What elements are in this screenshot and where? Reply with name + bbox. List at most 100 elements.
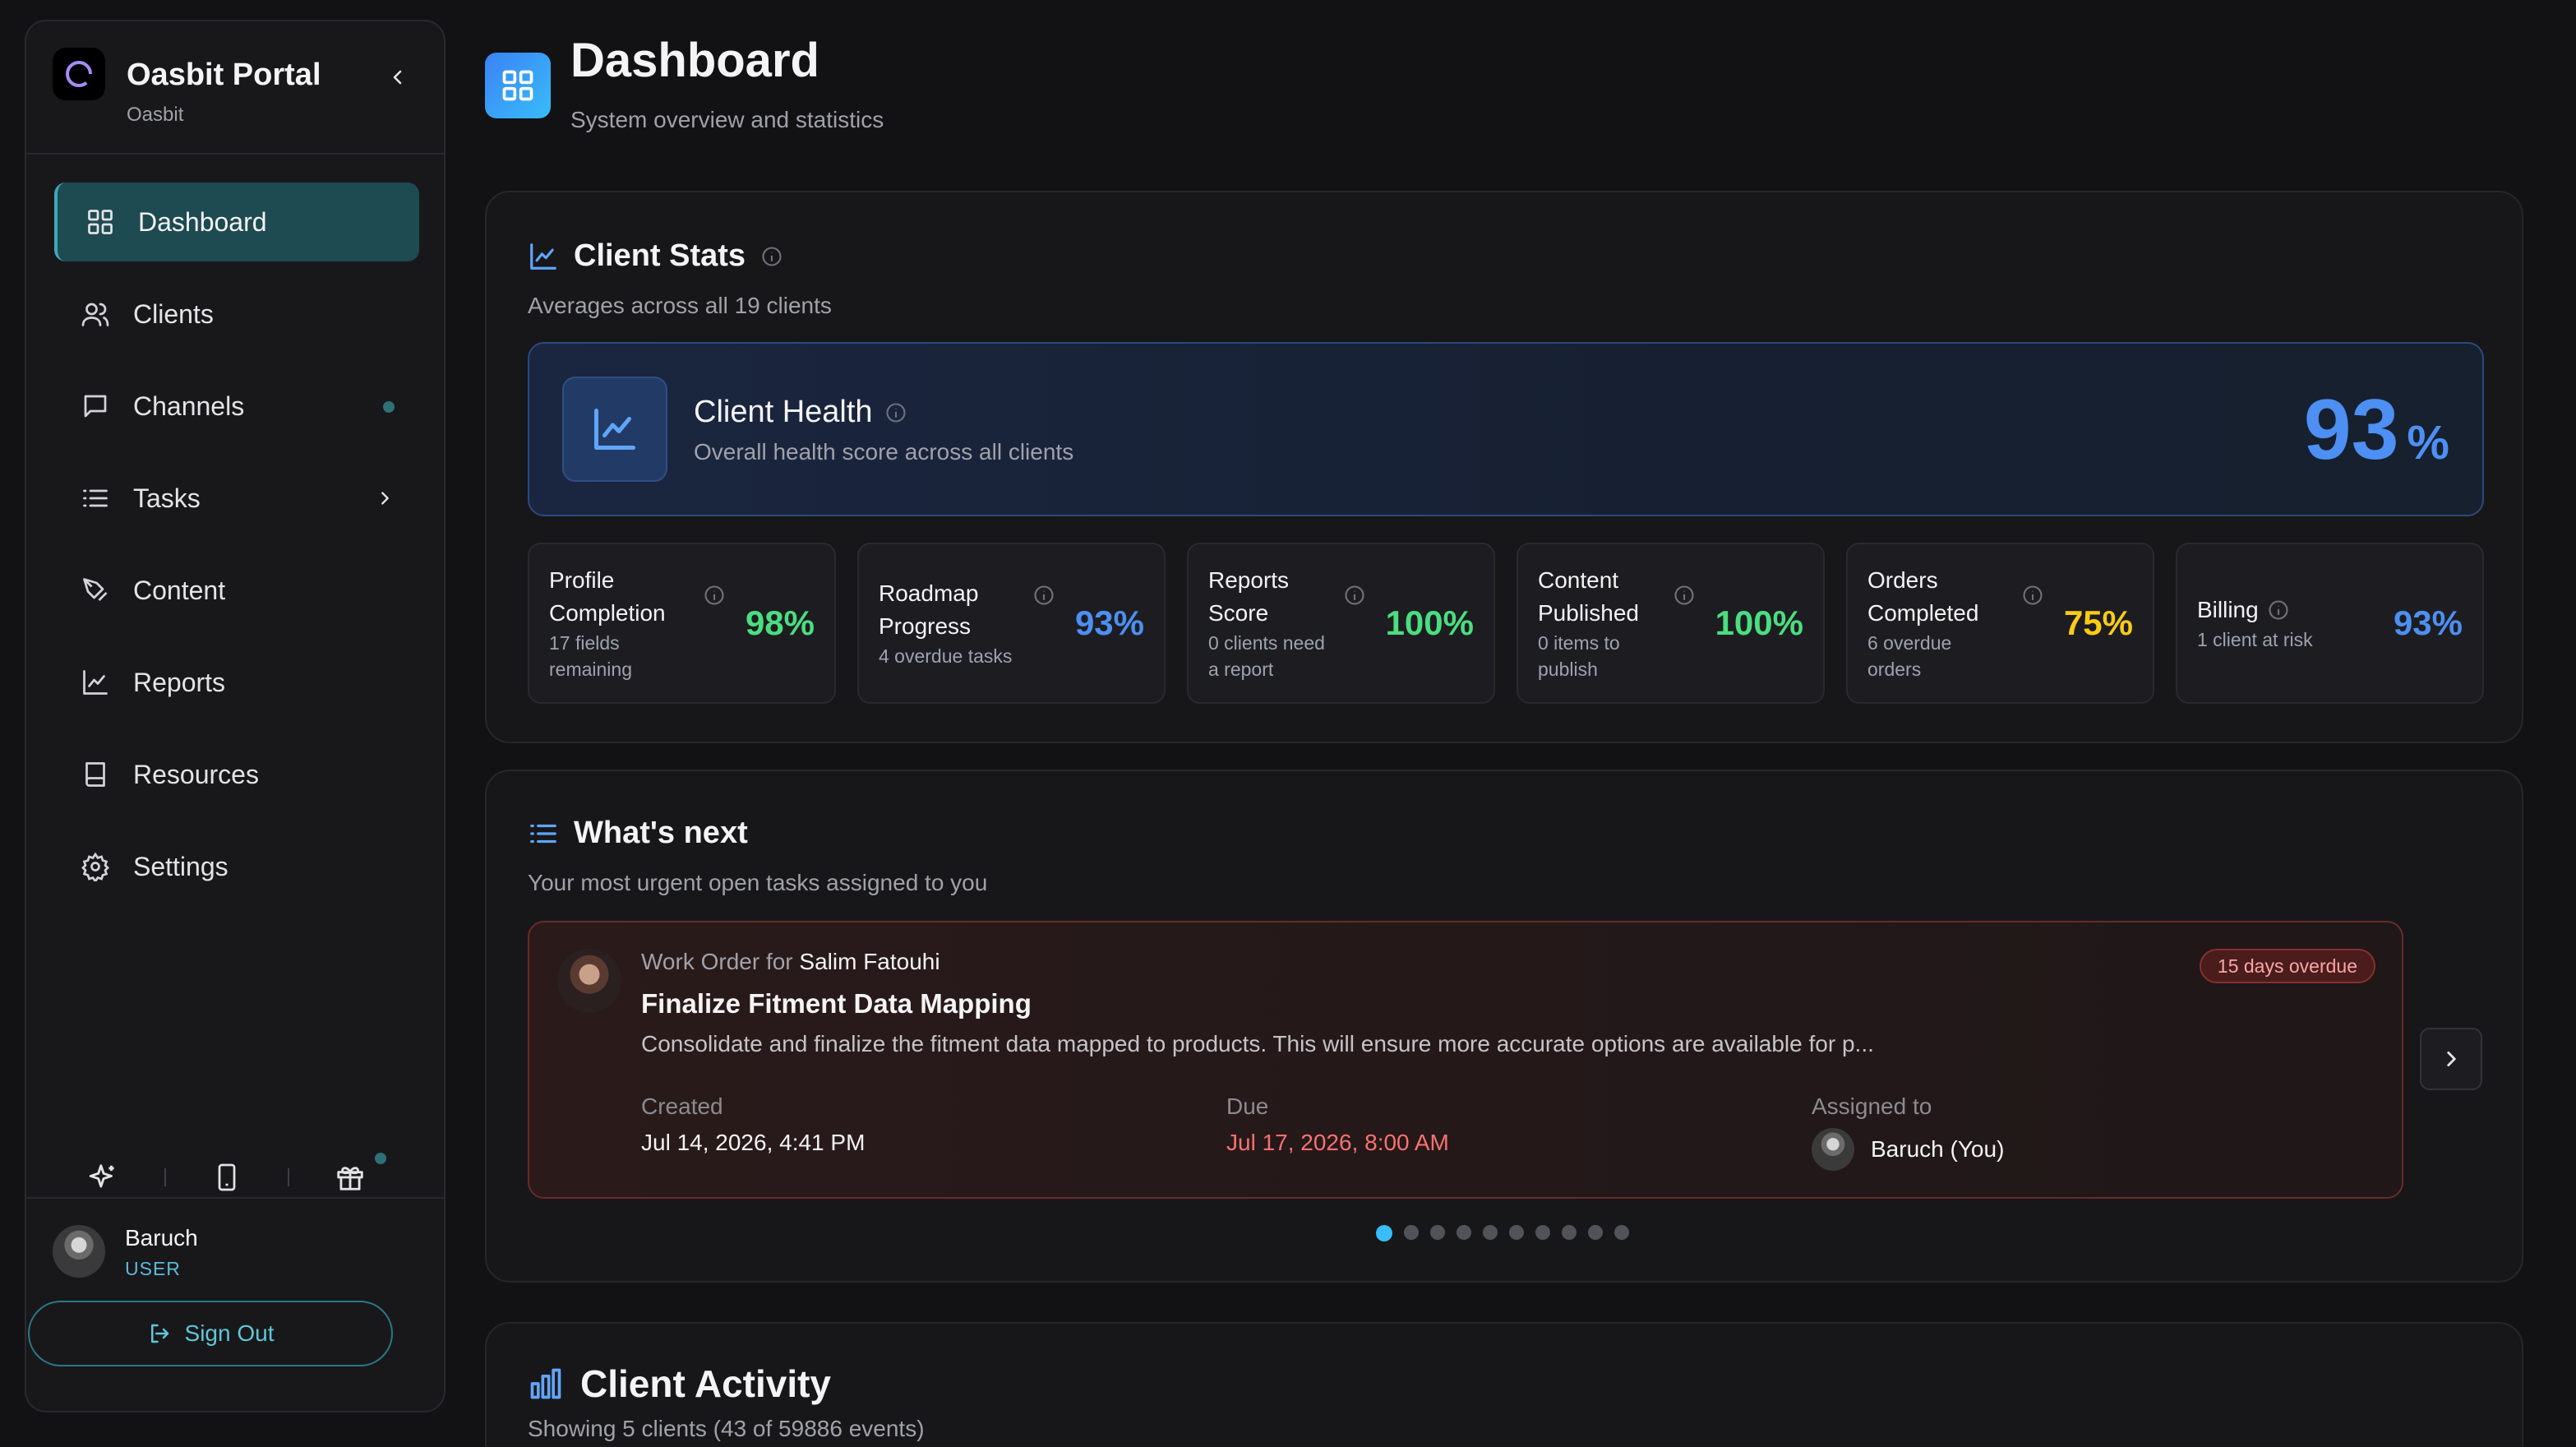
sparkle-button[interactable] [84,1158,123,1197]
sidebar-item-content[interactable]: Content [54,551,419,630]
bar-chart-icon [530,1368,561,1399]
stat-sub: 1 client at risk [2197,629,2313,650]
pen-icon [79,574,112,607]
section-subtitle: Averages across all 19 clients [528,293,832,318]
client-health-card: Client Health Overall health score acros… [528,342,2484,516]
gear-icon [79,850,112,883]
stat-sub: 17 fields remaining [549,632,632,680]
info-icon[interactable] [2267,599,2290,622]
sidebar-header: Oasbit Portal Oasbit [26,21,444,155]
phone-icon [218,1163,236,1191]
users-icon [79,298,112,331]
info-icon[interactable] [1343,584,1366,607]
whats-next-heading: What's next [528,816,748,851]
avatar[interactable] [53,1225,105,1278]
stat-value: 93% [1074,603,1144,642]
info-icon[interactable] [1032,584,1055,607]
carousel-dot[interactable] [1483,1225,1498,1240]
collapse-sidebar-button[interactable] [380,59,416,95]
sidebar-item-reports[interactable]: Reports [54,643,419,722]
info-icon[interactable] [703,584,726,607]
stat-card-content-published[interactable]: Content Published 0 items to publish 100% [1517,543,1825,704]
carousel-dot[interactable] [1404,1225,1419,1240]
stat-sub: 0 items to publish [1538,632,1620,680]
work-order-line: Work Order for Salim Fatouhi [641,949,940,975]
carousel-dot[interactable] [1535,1225,1550,1240]
assigned-label: Assigned to [1812,1093,1932,1119]
due-label: Due [1226,1093,1269,1119]
info-icon[interactable] [760,245,783,268]
client-stats-panel: Client Stats Averages across all 19 clie… [485,191,2523,743]
sidebar-item-label: Dashboard [138,206,267,237]
gift-button[interactable] [330,1153,386,1197]
user-role: USER [125,1258,181,1279]
client-name[interactable]: Salim Fatouhi [799,949,939,974]
list-icon [79,482,112,515]
carousel-dot[interactable] [1509,1225,1524,1240]
sidebar-item-dashboard[interactable]: Dashboard [54,183,419,261]
assigned-meta: Assigned to Baruch (You) [1812,1093,2004,1171]
carousel-dot[interactable] [1376,1225,1392,1241]
due-meta: Due Jul 17, 2026, 8:00 AM [1226,1093,1449,1156]
overdue-badge: 15 days overdue [2199,949,2375,983]
sign-out-button[interactable]: Sign Out [28,1301,393,1366]
due-value: Jul 17, 2026, 8:00 AM [1226,1130,1449,1155]
stat-card-reports-score[interactable]: Reports Score 0 clients need a report 100… [1187,543,1495,704]
created-value: Jul 14, 2026, 4:41 PM [641,1130,866,1155]
sidebar-item-tasks[interactable]: Tasks [54,459,419,538]
client-health-subtitle: Overall health score across all clients [694,439,1074,465]
chevron-right-icon[interactable] [368,482,401,515]
stat-value: 75% [2063,603,2133,642]
section-title: What's next [574,816,748,850]
page-title: Dashboard [570,34,819,87]
stat-card-roadmap-progress[interactable]: Roadmap Progress 4 overdue tasks 93% [857,543,1166,704]
sign-out-icon [150,1324,169,1343]
carousel-dot[interactable] [1562,1225,1577,1240]
gift-icon [337,1167,363,1190]
info-icon[interactable] [884,401,907,424]
stat-card-profile-completion[interactable]: Profile Completion 17 fields remaining 98… [528,543,836,704]
sidebar-item-label: Content [133,575,226,605]
stat-label: Reports Score [1208,567,1290,626]
carousel-dot[interactable] [1457,1225,1471,1240]
sidebar-item-resources[interactable]: Resources [54,735,419,814]
carousel-pagination [1376,1225,1629,1241]
page-subtitle: System overview and statistics [570,107,884,132]
section-subtitle: Your most urgent open tasks assigned to … [528,870,988,895]
stat-card-billing[interactable]: Billing 1 client at risk 93% [2176,543,2484,704]
stat-label: Roadmap Progress [879,580,979,639]
client-activity-panel: Client Activity Showing 5 clients (43 of… [485,1322,2523,1447]
carousel-dot[interactable] [1614,1225,1629,1240]
carousel-dot[interactable] [1430,1225,1445,1240]
next-task-button[interactable] [2420,1028,2482,1090]
stat-label: Billing [2197,597,2259,622]
section-title: Client Stats [574,238,746,273]
stat-label: Content Published [1538,567,1639,626]
task-card[interactable]: Work Order for Salim Fatouhi Finalize Fi… [528,921,2403,1199]
info-icon[interactable] [2021,584,2044,607]
sidebar-item-settings[interactable]: Settings [54,827,419,906]
list-icon [530,824,556,843]
chat-icon [79,390,112,423]
task-description: Consolidate and finalize the fitment dat… [641,1031,1874,1056]
chart-line-icon [530,243,556,270]
sparkle-icon [89,1164,114,1188]
client-health-score: 93 % [2304,381,2449,479]
stat-label: Orders Completed [1867,567,1979,626]
stat-sub: 6 overdue orders [1867,632,1952,680]
stat-card-orders-completed[interactable]: Orders Completed 6 overdue orders 75% [1846,543,2154,704]
section-subtitle: Showing 5 clients (43 of 59886 events) [528,1416,925,1441]
unread-indicator [383,401,395,413]
task-title[interactable]: Finalize Fitment Data Mapping [641,988,1032,1019]
stat-cards: Profile Completion 17 fields remaining 98… [528,543,2484,704]
carousel-dot[interactable] [1588,1225,1603,1240]
health-value: 93 [2303,382,2399,478]
created-meta: Created Jul 14, 2026, 4:41 PM [641,1093,865,1156]
avatar [1812,1128,1854,1171]
sidebar-item-channels[interactable]: Channels [54,367,419,446]
sidebar-item-clients[interactable]: Clients [54,275,419,354]
mobile-button[interactable] [207,1158,247,1197]
app-subtitle: Oasbit [127,104,184,126]
info-icon[interactable] [1673,584,1696,607]
sign-out-label: Sign Out [184,1320,275,1346]
